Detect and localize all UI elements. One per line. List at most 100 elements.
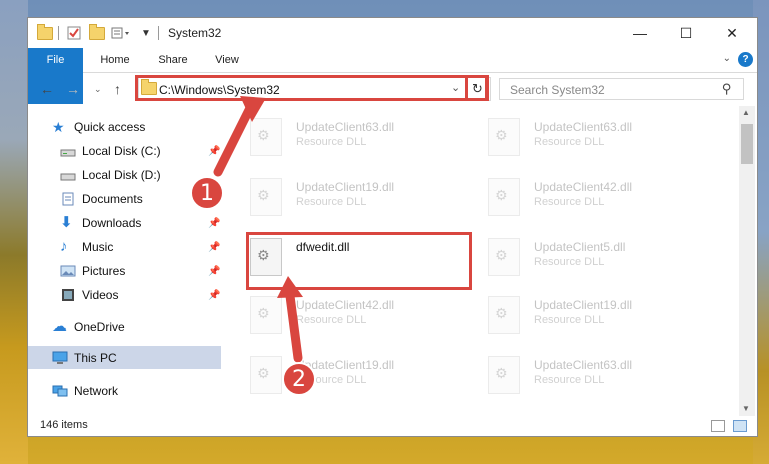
close-button[interactable]: ✕ — [709, 18, 755, 48]
file-name: UpdateClient5.dll — [534, 240, 626, 254]
file-description: Resource DLL — [534, 374, 605, 386]
tab-view[interactable]: View — [204, 48, 250, 72]
toolbar-separator — [58, 26, 59, 40]
documents-icon — [60, 192, 76, 206]
network-icon — [52, 384, 68, 398]
sidebar-item-label: Videos — [82, 288, 119, 302]
file-name: UpdateClient63.dll — [534, 358, 633, 372]
large-icons-view-icon[interactable] — [733, 420, 747, 432]
file-item[interactable]: UpdateClient19.dll Resource DLL — [466, 292, 696, 348]
new-folder-icon[interactable] — [88, 23, 106, 43]
download-icon: ⬇ — [60, 214, 73, 231]
desktop-background-left — [0, 0, 28, 464]
sidebar-item-quick-access[interactable]: ★ Quick access — [52, 116, 145, 138]
file-highlight-box — [246, 232, 472, 290]
search-placeholder: Search System32 — [510, 83, 605, 97]
file-name: UpdateClient19.dll — [534, 298, 633, 312]
file-item[interactable]: UpdateClient19.dll Resource DLL — [228, 174, 458, 230]
scroll-up-icon[interactable]: ▲ — [742, 108, 750, 117]
sidebar-item-network[interactable]: Network — [52, 380, 118, 402]
file-item[interactable]: UpdateClient42.dll Resource DLL — [228, 292, 458, 348]
pin-icon[interactable]: 📌 — [208, 290, 220, 301]
videos-icon — [60, 288, 76, 302]
details-view-icon[interactable] — [711, 420, 725, 432]
search-icon[interactable]: ⚲ — [722, 81, 732, 97]
dll-file-icon — [250, 118, 282, 156]
dll-file-icon — [250, 296, 282, 334]
star-icon: ★ — [52, 119, 65, 135]
drive-icon — [60, 168, 76, 182]
cloud-icon: ☁ — [52, 318, 67, 335]
file-item[interactable]: UpdateClient63.dll Resource DLL — [466, 352, 696, 408]
dll-file-icon — [488, 296, 520, 334]
sidebar-item-downloads[interactable]: ⬇ Downloads — [60, 212, 141, 234]
file-description: Resource DLL — [296, 136, 367, 148]
sidebar-item-label: Music — [82, 240, 114, 254]
file-name: UpdateClient42.dll — [534, 180, 633, 194]
file-item[interactable]: UpdateClient63.dll Resource DLL — [228, 114, 458, 170]
refresh-highlight-box — [465, 75, 489, 101]
help-icon[interactable]: ? — [738, 52, 753, 67]
computer-icon — [52, 351, 68, 365]
music-icon: ♪ — [60, 238, 68, 255]
properties-icon[interactable] — [65, 23, 83, 43]
maximize-button[interactable]: ☐ — [663, 18, 709, 48]
sidebar-item-label: Pictures — [82, 264, 126, 278]
scrollbar-thumb[interactable] — [741, 124, 753, 164]
file-description: Resource DLL — [296, 196, 367, 208]
file-item[interactable]: UpdateClient5.dll Resource DLL — [466, 234, 696, 290]
forward-arrow-icon[interactable]: → — [66, 81, 80, 97]
pin-icon[interactable]: 📌 — [208, 218, 220, 229]
customize-toolbar-icon[interactable] — [110, 23, 136, 43]
file-name: UpdateClient19.dll — [296, 180, 395, 194]
sidebar-item-documents[interactable]: Documents — [60, 188, 143, 210]
dll-file-icon — [488, 356, 520, 394]
sidebar-item-pictures[interactable]: Pictures — [60, 260, 125, 282]
vertical-scrollbar[interactable]: ▲ ▼ — [739, 106, 755, 416]
sidebar-item-label: OneDrive — [74, 320, 125, 334]
back-arrow-icon[interactable]: ← — [40, 81, 54, 97]
file-item[interactable]: UpdateClient63.dll Resource DLL — [466, 114, 696, 170]
dll-file-icon — [488, 118, 520, 156]
scroll-down-icon[interactable]: ▼ — [742, 404, 750, 413]
sidebar-item-label: Network — [74, 384, 119, 398]
folder-icon — [36, 23, 54, 43]
quick-access-dropdown-icon[interactable]: ▼ — [140, 23, 152, 43]
recent-locations-icon[interactable]: ⌄ — [94, 84, 102, 95]
window-title: System32 — [168, 26, 222, 40]
expand-ribbon-icon[interactable]: ⌄ — [723, 53, 731, 64]
sidebar-item-label: Local Disk (C:) — [82, 144, 161, 158]
minimize-button[interactable]: — — [617, 18, 663, 48]
sidebar-item-this-pc[interactable]: This PC — [52, 347, 117, 369]
sidebar-item-label: This PC — [74, 351, 117, 365]
sidebar-item-videos[interactable]: Videos — [60, 284, 118, 306]
pin-icon[interactable]: 📌 — [208, 242, 220, 253]
file-name: UpdateClient63.dll — [534, 120, 633, 134]
sidebar-item-label: Documents — [82, 192, 143, 206]
file-description: Resource DLL — [534, 256, 605, 268]
title-bar: ▼ System32 — ☐ ✕ — [28, 18, 757, 48]
tab-home[interactable]: Home — [90, 48, 140, 72]
file-item[interactable]: UpdateClient42.dll Resource DLL — [466, 174, 696, 230]
tab-share[interactable]: Share — [148, 48, 198, 72]
address-highlight-box — [135, 75, 488, 101]
file-description: Resource DLL — [534, 196, 605, 208]
file-description: Resource DLL — [296, 314, 367, 326]
sidebar-item-onedrive[interactable]: ☁ OneDrive — [52, 316, 125, 338]
pin-icon[interactable]: 📌 — [208, 266, 220, 277]
pin-icon[interactable]: 📌 — [208, 146, 220, 157]
sidebar-item-music[interactable]: ♪ Music — [60, 236, 113, 258]
address-row: ← → ⌄ ↑ C:\Windows\System32 ⌄ ↻ Search S… — [28, 73, 757, 105]
file-item[interactable]: UpdateClient19.dll Resource DLL — [228, 352, 458, 408]
navigation-pane: ★ Quick access Local Disk (C:) Local Dis… — [28, 106, 223, 416]
sidebar-item-local-disk-c[interactable]: Local Disk (C:) — [60, 140, 161, 162]
dll-file-icon — [488, 238, 520, 276]
file-name: UpdateClient42.dll — [296, 298, 395, 312]
pictures-icon — [60, 264, 76, 278]
up-arrow-icon[interactable]: ↑ — [114, 81, 121, 97]
file-description: Resource DLL — [534, 314, 605, 326]
file-name: UpdateClient63.dll — [296, 120, 395, 134]
step-2-badge: 2 — [282, 362, 316, 396]
explorer-window: ▼ System32 — ☐ ✕ File Home Share View ⌄ … — [27, 17, 758, 437]
sidebar-item-local-disk-d[interactable]: Local Disk (D:) — [60, 164, 161, 186]
